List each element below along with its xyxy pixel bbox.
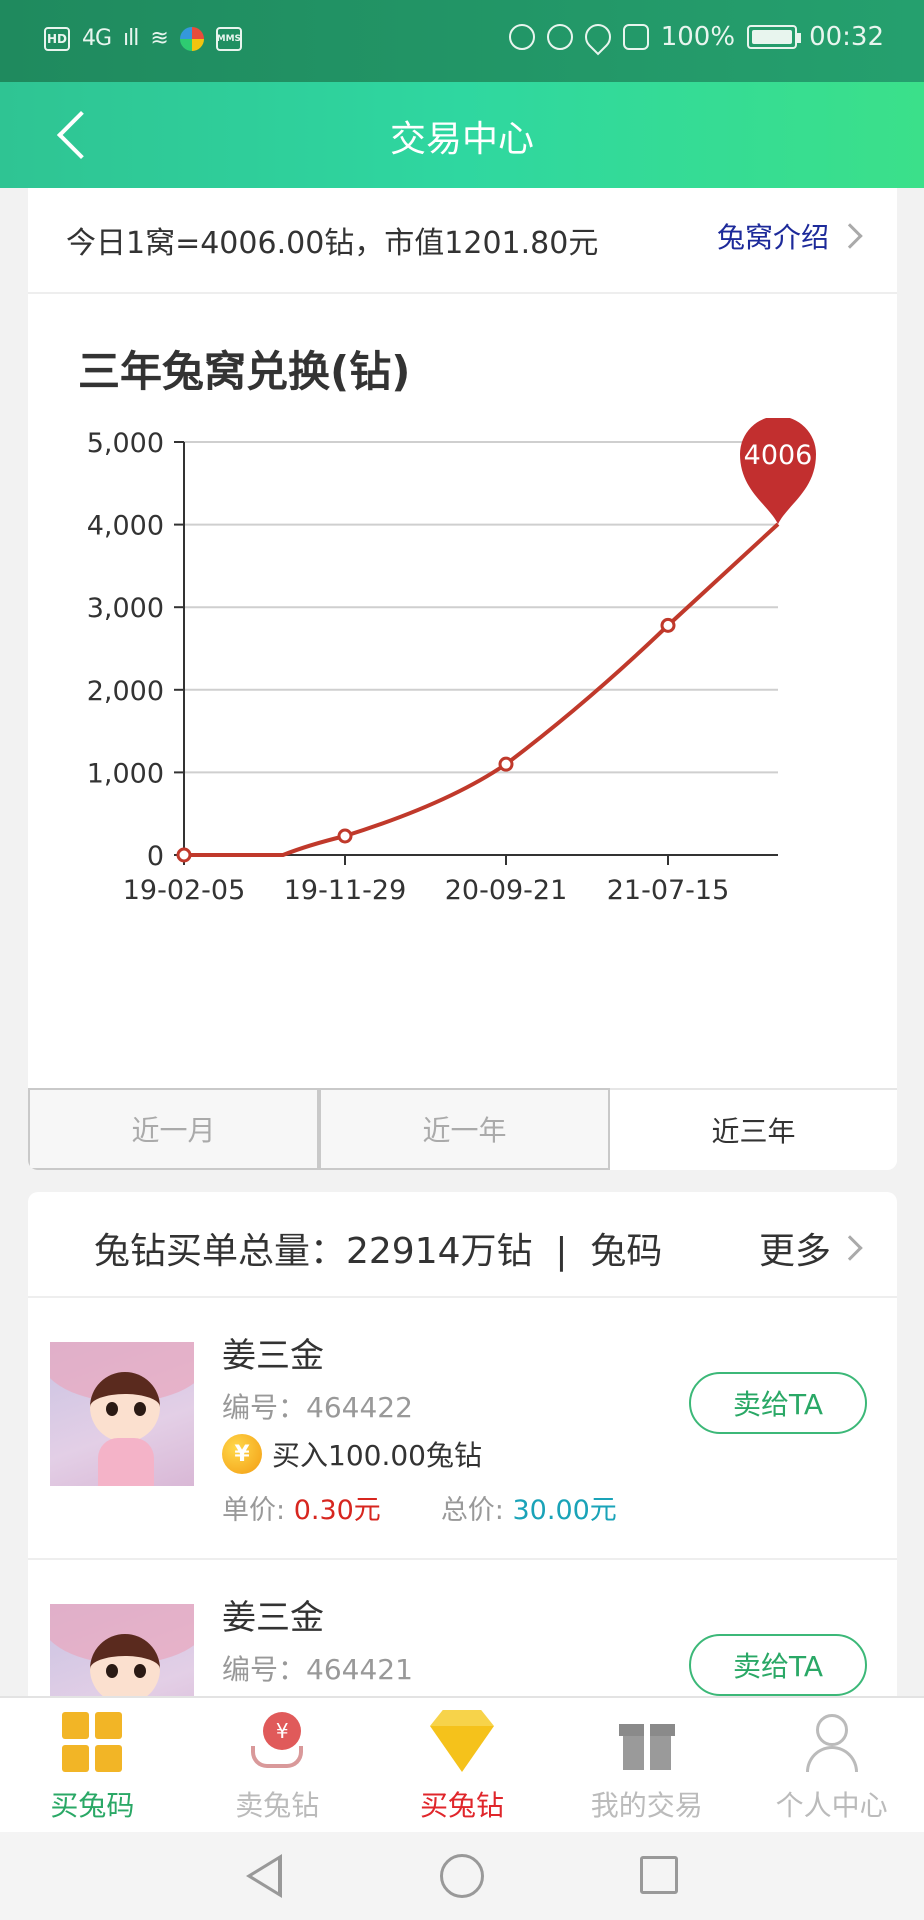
x-tick-label: 21-07-15 (607, 875, 730, 906)
diamond-icon (429, 1712, 494, 1772)
x-tick-label: 19-11-29 (284, 875, 407, 906)
y-tick-label: 1,000 (87, 758, 164, 789)
battery-percent: 100% (660, 22, 736, 52)
page-title: 交易中心 (389, 119, 534, 160)
data-saver-icon (508, 24, 535, 50)
system-recents-icon[interactable] (640, 1856, 678, 1894)
clock: 00:32 (809, 22, 884, 52)
location-icon (579, 18, 617, 56)
app-header: 交易中心 (0, 82, 924, 188)
value-pin-label: 4006 (744, 440, 813, 471)
nav-label: 买兔钻 (419, 1789, 504, 1822)
order-item: 姜三金 编号：464421 卖给TA (28, 1560, 897, 1712)
y-tick-label: 4,000 (87, 511, 164, 542)
system-home-icon[interactable] (440, 1854, 484, 1898)
nav-label: 个人中心 (775, 1789, 888, 1822)
order-id: 编号：464422 (222, 1391, 413, 1424)
system-nav-bar (0, 1832, 924, 1920)
hand-coin-icon: ¥ (247, 1712, 307, 1772)
nav-label: 卖兔钻 (235, 1789, 320, 1822)
mute-bell-icon (622, 24, 649, 50)
avatar (50, 1342, 194, 1486)
qr-grid-icon (62, 1712, 123, 1772)
gift-icon (617, 1712, 677, 1772)
unit-price: 单价: 0.30元 (222, 1495, 381, 1526)
price-line: 单价: 0.30元 总价: 30.00元 (222, 1488, 617, 1527)
alarm-icon (546, 24, 573, 50)
signal-icon: ıll (123, 26, 139, 51)
intro-link-label: 兔窝介绍 (716, 221, 829, 254)
person-icon (802, 1712, 862, 1772)
bottom-nav: 买兔码 ¥ 卖兔钻 买兔钻 我的交易 个人中心 (0, 1696, 924, 1832)
exchange-line-chart: 0 1,000 2,000 3,000 4,000 5,000 19-02-05 19-11-… (87, 418, 816, 906)
y-tick-label: 3,000 (87, 593, 164, 624)
total-price: 总价: 30.00元 (440, 1495, 617, 1526)
status-bar: HD 4G ıll ≋ MMS 100% 00:32 (0, 0, 924, 82)
buyer-name: 姜三金 (222, 1598, 324, 1638)
wifi-icon: ≋ (150, 26, 168, 51)
data-point (176, 847, 192, 863)
chart-title: 三年兔窝兑换(钻) (78, 347, 411, 396)
more-label: 更多 (758, 1231, 831, 1272)
sell-to-buyer-button[interactable]: 卖给TA (689, 1372, 867, 1434)
data-point (660, 617, 676, 633)
tab-one-year[interactable]: 近一年 (319, 1088, 610, 1170)
buy-amount: 买入100.00兔钻 (272, 1439, 482, 1472)
order-id: 编号：464421 (222, 1653, 413, 1686)
y-tick-label: 0 (147, 841, 164, 872)
buy-amount-line: ¥ 买入100.00兔钻 (222, 1434, 482, 1474)
nav-my-trades[interactable]: 我的交易 (554, 1698, 739, 1832)
more-link[interactable]: 更多 (758, 1222, 863, 1274)
nav-sell-diamond[interactable]: ¥ 卖兔钻 (185, 1698, 370, 1832)
nav-buy-diamond[interactable]: 买兔钻 (370, 1698, 555, 1832)
data-point (498, 756, 514, 772)
nav-label: 我的交易 (590, 1789, 703, 1822)
x-tick-label: 19-02-05 (123, 875, 246, 906)
mms-chip: MMS (215, 26, 242, 51)
orders-summary: 兔钻买单总量：22914万钻 | 兔码 (94, 1231, 663, 1272)
coin-icon: ¥ (222, 1434, 262, 1474)
chevron-right-icon (837, 223, 863, 249)
buyer-name: 姜三金 (222, 1336, 324, 1376)
x-tick-label: 20-09-21 (445, 875, 568, 906)
chevron-right-icon (837, 1235, 863, 1261)
rate-info-text: 今日1窝=4006.00钻，市值1201.80元 (66, 226, 599, 261)
nav-profile[interactable]: 个人中心 (739, 1698, 924, 1832)
app-color-icon (179, 26, 204, 51)
status-left: HD 4G ıll ≋ MMS (44, 26, 242, 51)
network-label: 4G (82, 26, 112, 51)
y-tick-label: 5,000 (87, 428, 164, 459)
battery-icon (747, 25, 802, 49)
range-tabs: 近一月 近一年 近三年 (28, 1088, 897, 1170)
rate-info-row: 今日1窝=4006.00钻，市值1201.80元 兔窝介绍 (28, 188, 897, 294)
sell-to-buyer-button[interactable]: 卖给TA (689, 1634, 867, 1696)
hd-chip: HD (44, 26, 70, 51)
data-point (337, 828, 353, 844)
orders-card: 兔钻买单总量：22914万钻 | 兔码 更多 姜三金 编号：464422 ¥ 买… (28, 1192, 897, 1712)
orders-header: 兔钻买单总量：22914万钻 | 兔码 更多 (28, 1192, 897, 1298)
nav-buy-code[interactable]: 买兔码 (0, 1698, 185, 1832)
system-back-icon[interactable] (246, 1854, 282, 1898)
status-right: 100% 00:32 (508, 18, 884, 56)
nav-label: 买兔码 (50, 1789, 135, 1822)
intro-link[interactable]: 兔窝介绍 (716, 216, 863, 256)
rate-chart-card: 今日1窝=4006.00钻，市值1201.80元 兔窝介绍 三年兔窝兑换(钻) … (28, 188, 897, 1170)
tab-one-month[interactable]: 近一月 (28, 1088, 319, 1170)
tab-three-years[interactable]: 近三年 (610, 1088, 897, 1170)
y-tick-label: 2,000 (87, 676, 164, 707)
order-item: 姜三金 编号：464422 ¥ 买入100.00兔钻 单价: 0.30元 总价:… (28, 1298, 897, 1560)
